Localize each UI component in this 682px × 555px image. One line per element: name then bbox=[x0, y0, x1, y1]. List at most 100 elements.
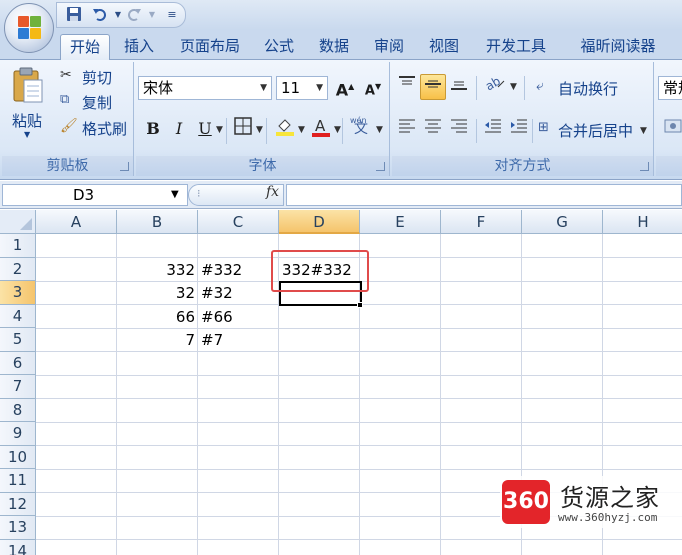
font-color-icon[interactable]: A bbox=[308, 117, 334, 143]
select-all-button[interactable] bbox=[0, 210, 36, 234]
cell-b3[interactable]: 32 bbox=[117, 281, 198, 305]
fill-handle[interactable] bbox=[357, 302, 363, 308]
column-header-c[interactable]: C bbox=[198, 210, 279, 234]
save-icon[interactable] bbox=[65, 6, 83, 24]
row-header-9[interactable]: 9 bbox=[0, 422, 36, 446]
row-header-8[interactable]: 8 bbox=[0, 398, 36, 422]
font-group-label: 字体 bbox=[136, 156, 389, 176]
tab-home[interactable]: 开始 bbox=[60, 34, 110, 60]
orientation-icon[interactable]: ab bbox=[480, 74, 510, 100]
align-bottom-button[interactable] bbox=[446, 74, 472, 100]
column-header-e[interactable]: E bbox=[360, 210, 441, 234]
cell-b5[interactable]: 7 bbox=[117, 328, 198, 352]
align-top-button[interactable] bbox=[394, 74, 420, 100]
column-header-d[interactable]: D bbox=[279, 210, 360, 234]
merge-dropdown-icon[interactable]: ▼ bbox=[640, 126, 647, 136]
format-painter-button[interactable]: 格式刷 bbox=[82, 118, 127, 139]
row-header-4[interactable]: 4 bbox=[0, 304, 36, 328]
row-header-14[interactable]: 14 bbox=[0, 539, 36, 555]
decrease-indent-button[interactable] bbox=[480, 117, 506, 143]
insert-function-button[interactable]: fx bbox=[266, 184, 279, 200]
cell-b2[interactable]: 332 bbox=[117, 258, 198, 282]
underline-button[interactable]: U bbox=[192, 117, 218, 143]
undo-icon[interactable] bbox=[91, 6, 109, 24]
row-header-3[interactable]: 3 bbox=[0, 281, 36, 305]
formula-bar: D3 ▼ ⁝ fx bbox=[0, 181, 682, 209]
borders-dropdown-icon[interactable]: ▼ bbox=[256, 125, 263, 135]
increase-indent-button[interactable] bbox=[506, 117, 532, 143]
fill-color-icon[interactable] bbox=[272, 117, 298, 143]
paste-button[interactable]: 粘贴 bbox=[12, 110, 42, 131]
formula-input[interactable] bbox=[286, 184, 682, 206]
column-header-h[interactable]: H bbox=[603, 210, 682, 234]
tab-page-layout[interactable]: 页面布局 bbox=[172, 34, 248, 60]
align-center-button[interactable] bbox=[420, 117, 446, 143]
bold-button[interactable]: B bbox=[140, 117, 166, 143]
customize-icon[interactable]: ≡ bbox=[163, 6, 181, 24]
align-left-button[interactable] bbox=[394, 117, 420, 143]
column-header-g[interactable]: G bbox=[522, 210, 603, 234]
orientation-dropdown-icon[interactable]: ▼ bbox=[510, 82, 517, 92]
column-header-a[interactable]: A bbox=[36, 210, 117, 234]
row-header-5[interactable]: 5 bbox=[0, 328, 36, 352]
row-header-10[interactable]: 10 bbox=[0, 445, 36, 469]
alignment-launcher-icon[interactable] bbox=[640, 162, 649, 171]
accounting-format-icon[interactable] bbox=[660, 117, 682, 143]
wrap-text-button[interactable]: 自动换行 bbox=[558, 78, 618, 99]
paste-icon[interactable] bbox=[10, 66, 46, 106]
column-header-f[interactable]: F bbox=[441, 210, 522, 234]
row-header-1[interactable]: 1 bbox=[0, 234, 36, 258]
row-header-13[interactable]: 13 bbox=[0, 516, 36, 540]
shrink-font-button[interactable]: A▼ bbox=[360, 75, 386, 101]
tab-data[interactable]: 数据 bbox=[311, 34, 357, 60]
number-format-field[interactable]: 常规 bbox=[658, 76, 682, 100]
paste-dropdown-icon[interactable]: ▼ bbox=[24, 130, 30, 139]
row-header-2[interactable]: 2 bbox=[0, 257, 36, 281]
row-header-6[interactable]: 6 bbox=[0, 351, 36, 375]
tab-view[interactable]: 视图 bbox=[421, 34, 467, 60]
tab-developer[interactable]: 开发工具 bbox=[476, 34, 556, 60]
cell-c3[interactable]: #32 bbox=[198, 281, 279, 305]
font-color-dropdown-icon[interactable]: ▼ bbox=[334, 125, 341, 135]
row-header-7[interactable]: 7 bbox=[0, 375, 36, 399]
font-size-value: 11 bbox=[281, 79, 301, 97]
grow-font-button[interactable]: A▲ bbox=[332, 75, 358, 101]
italic-button[interactable]: I bbox=[166, 117, 192, 143]
name-box[interactable]: D3 ▼ bbox=[2, 184, 188, 206]
column-header-b[interactable]: B bbox=[117, 210, 198, 234]
cell-b4[interactable]: 66 bbox=[117, 305, 198, 329]
font-size-field[interactable]: 11 ▼ bbox=[276, 76, 328, 100]
expand-grip-icon[interactable]: ⁝ bbox=[197, 187, 201, 200]
phonetic-dropdown-icon[interactable]: ▼ bbox=[376, 125, 383, 135]
chevron-down-icon[interactable]: ▼ bbox=[260, 77, 267, 99]
borders-icon[interactable] bbox=[230, 117, 256, 143]
merge-center-button[interactable]: 合并后居中 bbox=[558, 120, 633, 141]
tab-foxit-reader[interactable]: 福昕阅读器 bbox=[562, 34, 674, 60]
number-group-label bbox=[656, 156, 682, 176]
fill-color-dropdown-icon[interactable]: ▼ bbox=[298, 125, 305, 135]
row-header-12[interactable]: 12 bbox=[0, 492, 36, 516]
align-middle-button[interactable] bbox=[420, 74, 446, 100]
cell-c5[interactable]: #7 bbox=[198, 328, 279, 352]
redo-icon[interactable] bbox=[125, 6, 143, 24]
quick-access-toolbar: ▼ ▼ ≡ bbox=[56, 2, 186, 28]
phonetic-button[interactable]: wén 文 bbox=[346, 116, 376, 143]
tab-insert[interactable]: 插入 bbox=[116, 34, 162, 60]
underline-dropdown-icon[interactable]: ▼ bbox=[216, 125, 223, 135]
name-box-dropdown-icon[interactable]: ▼ bbox=[171, 185, 179, 205]
cell-c2[interactable]: #332 bbox=[198, 258, 279, 282]
cell-c4[interactable]: #66 bbox=[198, 305, 279, 329]
copy-button[interactable]: 复制 bbox=[82, 92, 112, 113]
row-header-11[interactable]: 11 bbox=[0, 469, 36, 493]
font-launcher-icon[interactable] bbox=[376, 162, 385, 171]
cut-button[interactable]: 剪切 bbox=[82, 67, 112, 88]
align-right-button[interactable] bbox=[446, 117, 472, 143]
font-name-field[interactable]: 宋体 ▼ bbox=[138, 76, 272, 100]
redo-dropdown-icon[interactable]: ▼ bbox=[143, 6, 161, 24]
wrap-text-icon: ⤶ bbox=[536, 78, 544, 94]
tab-review[interactable]: 审阅 bbox=[366, 34, 412, 60]
tab-formulas[interactable]: 公式 bbox=[256, 34, 302, 60]
clipboard-launcher-icon[interactable] bbox=[120, 162, 129, 171]
office-button[interactable] bbox=[4, 3, 54, 53]
chevron-down-icon[interactable]: ▼ bbox=[316, 77, 323, 99]
